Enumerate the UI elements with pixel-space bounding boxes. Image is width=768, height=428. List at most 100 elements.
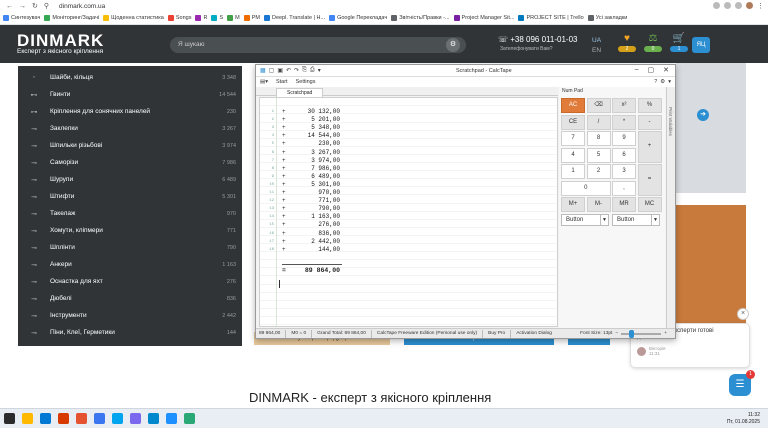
category-item[interactable]: ⊸ Хомути, кліпмери 771 bbox=[18, 222, 242, 239]
tape-row[interactable]: 6 +3 267,00 bbox=[260, 149, 557, 157]
numpad-key-n8[interactable]: 8 bbox=[586, 131, 611, 146]
numpad-key-mc[interactable]: MC bbox=[637, 197, 662, 212]
category-item[interactable]: ⊸ Такелаж 970 bbox=[18, 205, 242, 222]
print-icon[interactable]: ⎙ bbox=[310, 67, 315, 74]
bookmark-item[interactable]: Синтезувач bbox=[3, 15, 40, 21]
tape-row[interactable]: 4 +14 544,00 bbox=[260, 132, 557, 140]
bookmark-item[interactable]: Щоденна статистика bbox=[103, 15, 164, 21]
favorites-button[interactable]: ♥ 2 bbox=[618, 33, 636, 52]
numpad-key-n1[interactable]: 1 bbox=[561, 164, 585, 179]
numpad-key-minus[interactable]: - bbox=[637, 114, 662, 130]
new-file-icon[interactable]: ▢ bbox=[269, 67, 275, 74]
numpad-key-ce[interactable]: CE bbox=[561, 114, 585, 130]
numpad-key-mul[interactable]: * bbox=[612, 114, 636, 130]
extension-icon[interactable] bbox=[713, 2, 720, 9]
tape-row[interactable]: 15 +276,00 bbox=[260, 221, 557, 229]
bookmark-item[interactable]: Усі закладки bbox=[587, 15, 627, 21]
numpad-key-mminus[interactable]: M- bbox=[586, 197, 611, 212]
taskbar-app-icon[interactable] bbox=[40, 413, 51, 424]
tape-row[interactable]: 17 +2 442,00 bbox=[260, 238, 557, 246]
numpad-key-ac[interactable]: AC bbox=[561, 98, 585, 113]
chevron-down-icon[interactable]: ▼ bbox=[600, 214, 608, 225]
category-item[interactable]: ⊸ Шурупи 6 489 bbox=[18, 171, 242, 188]
menu-kebab-icon[interactable]: ⋮ bbox=[757, 2, 764, 10]
numpad-key-n7[interactable]: 7 bbox=[561, 131, 585, 146]
copy-icon[interactable]: ⎘ bbox=[302, 67, 307, 74]
bookmark-item[interactable]: PM bbox=[243, 15, 260, 21]
taskbar-app-icon[interactable] bbox=[58, 413, 69, 424]
tape-row[interactable]: 9 +6 489,00 bbox=[260, 173, 557, 181]
menu-settings[interactable]: Settings bbox=[296, 79, 316, 85]
next-slide-arrow-icon[interactable]: ➜ bbox=[697, 109, 709, 121]
extension-icon[interactable] bbox=[724, 2, 731, 9]
numpad-key-comma[interactable]: , bbox=[612, 180, 636, 196]
bookmark-item[interactable]: R bbox=[195, 15, 207, 21]
promo-image[interactable] bbox=[676, 205, 746, 335]
bookmark-item[interactable]: Звітність/Правки -... bbox=[391, 15, 450, 21]
numpad-key-eq[interactable]: = bbox=[637, 164, 662, 196]
tape-row[interactable]: 12 +771,00 bbox=[260, 197, 557, 205]
buy-pro-link[interactable]: Buy Pro bbox=[488, 331, 505, 336]
numpad-key-n6[interactable]: 6 bbox=[612, 147, 636, 163]
category-item[interactable]: ◦ Шайби, кільця 3 348 bbox=[18, 69, 242, 86]
taskbar-app-icon[interactable] bbox=[112, 413, 123, 424]
category-item[interactable]: ⊸ Штифти 5 301 bbox=[18, 188, 242, 205]
category-item[interactable]: ⊸ Шплінти 790 bbox=[18, 239, 242, 256]
bookmark-item[interactable]: S bbox=[211, 15, 223, 21]
slider-knob[interactable] bbox=[628, 329, 634, 338]
lang-ua[interactable]: UA bbox=[592, 36, 601, 46]
custom-button-select[interactable]: Button ▼ bbox=[612, 213, 660, 226]
close-icon[interactable]: ✕ bbox=[663, 66, 669, 74]
search-input[interactable]: Я шукаю bbox=[170, 37, 466, 53]
site-info-icon[interactable]: ⚲ bbox=[44, 2, 49, 10]
numpad-key-plus[interactable]: + bbox=[637, 131, 662, 163]
tape-row[interactable]: 7 +3 974,00 bbox=[260, 157, 557, 165]
tape-row[interactable]: 8 +7 986,00 bbox=[260, 165, 557, 173]
numpad-key-back[interactable]: ⌫ bbox=[586, 98, 611, 113]
language-switcher[interactable]: UA EN bbox=[592, 36, 601, 56]
help-icon[interactable]: ? bbox=[654, 79, 657, 85]
search-icon[interactable]: ⚙ bbox=[446, 38, 460, 52]
tab-scratchpad[interactable]: Scratchpad bbox=[276, 88, 324, 97]
tape-row[interactable]: 14 +1 163,00 bbox=[260, 213, 557, 221]
numpad-key-n0[interactable]: 0 bbox=[561, 180, 611, 196]
reload-icon[interactable]: ↻ bbox=[32, 2, 38, 10]
numpad-key-n5[interactable]: 5 bbox=[586, 147, 611, 163]
font-size-slider[interactable] bbox=[621, 329, 662, 338]
compare-button[interactable]: ⚖ 0 bbox=[644, 33, 662, 52]
extension-icon[interactable] bbox=[735, 2, 742, 9]
tape-row[interactable]: 3 +5 348,00 bbox=[260, 124, 557, 132]
chevron-down-icon[interactable]: ▾ bbox=[668, 79, 671, 85]
profile-avatar[interactable] bbox=[746, 2, 753, 9]
calctape-window[interactable]: ▦ ▢ ▣ ↶ ↷ ⎘ ⎙ ▾ Scratchpad - CalcTape – … bbox=[255, 64, 676, 339]
bookmark-item[interactable]: M bbox=[227, 15, 240, 21]
category-item[interactable]: ⊷ Гвинти 14 544 bbox=[18, 86, 242, 103]
taskbar-app-icon[interactable] bbox=[76, 413, 87, 424]
bookmark-item[interactable]: Моніторинг/Задачі bbox=[44, 15, 99, 21]
back-icon[interactable]: ← bbox=[6, 3, 13, 10]
taskbar-app-icon[interactable] bbox=[148, 413, 159, 424]
font-size-decrease[interactable]: − bbox=[615, 331, 618, 336]
taskbar-clock[interactable]: 11:32 Пт, 01.08.2025 bbox=[727, 412, 760, 426]
forward-icon[interactable]: → bbox=[19, 3, 26, 10]
toolbar-dropdown-icon[interactable]: ▾ bbox=[318, 67, 321, 74]
bookmark-item[interactable]: Project Manager Sit... bbox=[453, 15, 514, 21]
taskbar-app-icon[interactable] bbox=[94, 413, 105, 424]
tape-row[interactable]: 5 +230,00 bbox=[260, 140, 557, 148]
tape-row[interactable]: 16 +836,00 bbox=[260, 230, 557, 238]
tape-total-row[interactable]: = 89 864,00 bbox=[260, 266, 557, 276]
chevron-down-icon[interactable]: ▼ bbox=[651, 214, 659, 225]
maximize-icon[interactable]: ▢ bbox=[648, 66, 655, 74]
account-button[interactable]: ЯЦ bbox=[692, 37, 710, 53]
calc-tape[interactable]: 1 +30 132,00 2 +5 201,00 3 +5 348,00 4 +14 544,… bbox=[259, 97, 558, 327]
chat-button[interactable]: ☰ 1 bbox=[729, 370, 755, 396]
tape-row[interactable]: 10 +5 301,00 bbox=[260, 181, 557, 189]
tape-row[interactable]: 13 +790,00 bbox=[260, 205, 557, 213]
calctape-titlebar[interactable]: ▦ ▢ ▣ ↶ ↷ ⎘ ⎙ ▾ Scratchpad - CalcTape – … bbox=[256, 65, 675, 77]
bookmark-item[interactable]: PROJECT SITE | Trello bbox=[518, 15, 584, 21]
numpad-key-pow[interactable]: x² bbox=[612, 98, 636, 113]
taskbar-app-icon[interactable] bbox=[22, 413, 33, 424]
tape-row[interactable]: 18 +144,00 bbox=[260, 246, 557, 254]
numpad-key-mplus[interactable]: M+ bbox=[561, 197, 585, 212]
minimize-icon[interactable]: – bbox=[635, 66, 639, 74]
